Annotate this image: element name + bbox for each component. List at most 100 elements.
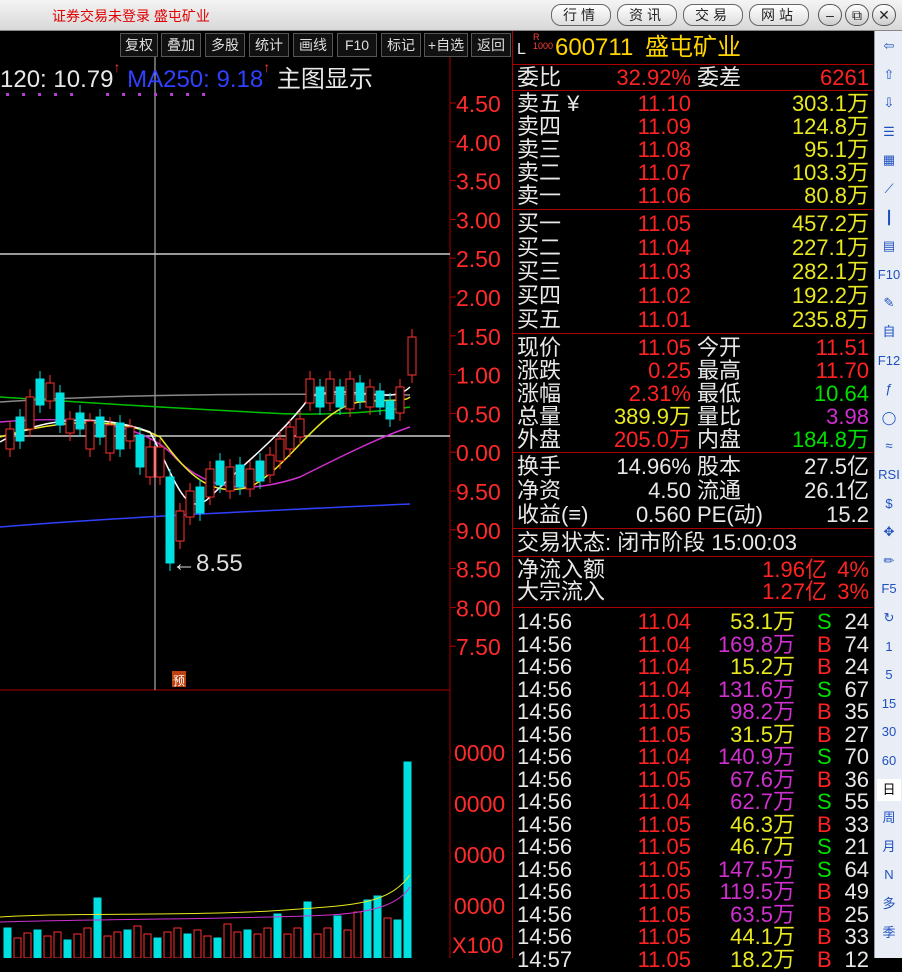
trade-button[interactable]: 交易 [683, 4, 743, 26]
tick-volume: 46.7万 [730, 834, 795, 859]
ma250-value: MA250: 9.18 [127, 66, 264, 93]
volume-bar [93, 897, 102, 958]
period-button[interactable]: 1 [877, 636, 901, 658]
draw-line-button[interactable]: 画线 [293, 33, 333, 57]
add-watchlist-button[interactable]: +自选 [424, 33, 468, 57]
tick-volume: 140.9万 [717, 744, 795, 769]
candle-body [185, 490, 195, 518]
candle-body [315, 386, 325, 408]
wave-icon[interactable]: ≈ [877, 435, 901, 457]
tick-volume: 63.5万 [730, 901, 795, 927]
kline-chart[interactable]: 4.50 4.00 3.50 3.00 2.50 2.00 1.50 1.00 0.50 0.00… [0, 57, 512, 958]
period-button[interactable]: 30 [877, 721, 901, 743]
move-icon[interactable]: ✥ [877, 521, 901, 543]
tick-time: 14:56 [517, 856, 573, 882]
tick-volume: 147.5万 [717, 856, 795, 882]
refresh-icon[interactable]: ↻ [877, 607, 901, 629]
fundamental-row: 收益(≡) 0.560 PE(动) 15.2 [513, 504, 873, 526]
flow-percent: 3% [837, 579, 869, 604]
volume-bar [73, 933, 82, 958]
tick-volume: 98.2万 [730, 699, 795, 724]
down-icon[interactable]: ⇩ [877, 92, 901, 114]
overlay-button[interactable]: 叠加 [161, 33, 201, 57]
volume-bar [173, 927, 182, 958]
tick-count: 74 [844, 631, 869, 657]
tick-side: B [817, 879, 832, 904]
quote-value: 184.8万 [791, 427, 869, 452]
f10-button[interactable]: F10 [337, 33, 377, 57]
level-badge: R 1000 [533, 32, 554, 51]
volume-bar [223, 923, 232, 958]
period-button[interactable]: 月 [877, 836, 901, 858]
period-button[interactable]: F10 [877, 264, 901, 286]
period-button[interactable]: N [877, 864, 901, 886]
tick-side: B [817, 946, 832, 972]
volume-bar [213, 937, 222, 958]
multi-stock-button[interactable]: 多股 [205, 33, 245, 57]
quote-value: 10.64 [813, 381, 869, 406]
volume-bar [143, 933, 152, 958]
period-button[interactable]: 5 [877, 664, 901, 686]
circle-icon[interactable]: ◯ [877, 407, 901, 429]
volume-bar [203, 935, 212, 958]
period-button[interactable]: F5 [877, 578, 901, 600]
volume-bar [273, 913, 282, 958]
period-button[interactable]: RSI [877, 464, 901, 486]
volume-bar [243, 929, 252, 958]
period-button[interactable]: 季 [877, 922, 901, 944]
ask-label: 卖一 [517, 183, 562, 208]
volume-bar [83, 927, 92, 958]
note-icon[interactable]: ✎ [877, 292, 901, 314]
ask-row: 卖三 11.08 95.1万 [513, 139, 873, 161]
tick-count: 24 [844, 609, 869, 634]
tick-count: 33 [844, 924, 869, 949]
period-button[interactable]: 60 [877, 750, 901, 772]
y-tick-label: 2.00 [456, 285, 501, 311]
statistics-button[interactable]: 统计 [249, 33, 289, 57]
tick-price: 11.05 [637, 811, 691, 837]
bid-row: 买一 11.05 457.2万 [513, 213, 873, 235]
grid-icon[interactable]: ▦ [877, 149, 901, 171]
period-button[interactable]: 多 [877, 893, 901, 915]
candle-body [195, 486, 205, 514]
period-button[interactable]: F12 [877, 350, 901, 372]
news-button[interactable]: 资讯 [617, 4, 677, 26]
period-button[interactable]: 自 [877, 321, 901, 343]
pencil-icon[interactable]: ✏ [877, 550, 901, 572]
tick-row: 14:56 11.04 169.8万 B 74 [513, 631, 873, 657]
tick-time: 14:56 [517, 609, 573, 634]
quote-value: 11.05 [637, 335, 691, 360]
flow-row: 净流入额 1.96亿 4% [513, 559, 873, 581]
list-icon[interactable]: ☰ [877, 121, 901, 143]
minimize-icon[interactable]: – [818, 4, 842, 26]
doc-icon[interactable]: ▤ [877, 235, 901, 257]
volume-bar [313, 933, 322, 958]
dollar-icon[interactable]: $ [877, 493, 901, 515]
tick-volume: 18.2万 [730, 946, 795, 972]
quote-label: 今开 [697, 335, 742, 360]
back-button[interactable]: 返回 [471, 33, 511, 57]
mark-button[interactable]: 标记 [381, 33, 421, 57]
candle-body [15, 416, 25, 442]
main-display-toggle[interactable]: 主图显示 [277, 66, 373, 93]
close-icon[interactable]: ✕ [872, 4, 896, 26]
ask-volume: 95.1万 [804, 137, 869, 162]
restore-rights-button[interactable]: 复权 [120, 33, 158, 57]
tick-side: B [817, 699, 832, 724]
period-button[interactable]: 15 [877, 693, 901, 715]
volume-bar [253, 933, 262, 958]
volume-bar [113, 931, 122, 958]
period-button[interactable]: 日 [877, 778, 901, 801]
quotes-button[interactable]: 行情 [551, 4, 611, 26]
tick-time: 14:56 [517, 744, 573, 769]
candle-icon[interactable]: ┃ [877, 207, 901, 229]
candle-body [407, 336, 417, 376]
ask-price: 11.07 [637, 160, 691, 185]
restore-icon[interactable]: ⧉ [845, 4, 869, 26]
website-button[interactable]: 网站 [749, 4, 809, 26]
back-icon[interactable]: ⇦ [877, 35, 901, 57]
period-button[interactable]: 周 [877, 807, 901, 829]
line-icon[interactable]: ⟋ [877, 178, 901, 200]
fx-icon[interactable]: ƒ [877, 378, 901, 400]
up-icon[interactable]: ⇧ [877, 64, 901, 86]
